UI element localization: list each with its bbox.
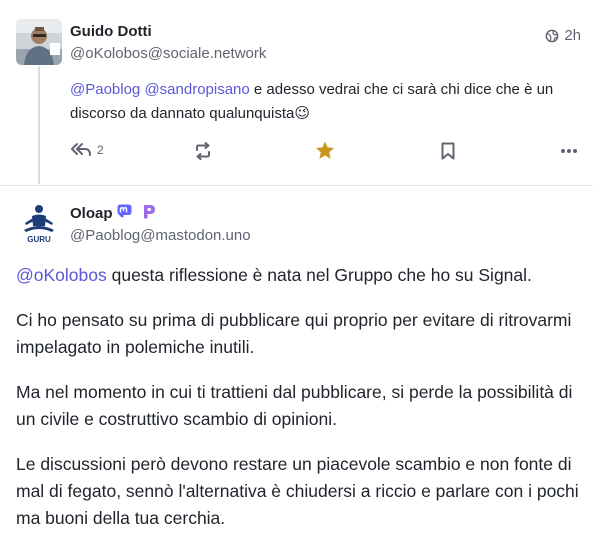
post1-timestamp[interactable]: 2h — [545, 27, 581, 44]
reply-all-button[interactable]: 2 — [70, 141, 104, 159]
pixelfed-badge — [141, 203, 157, 225]
post2-content: @oKolobos questa riflessione è nata nel … — [16, 262, 582, 550]
bookmark-button[interactable] — [440, 142, 456, 160]
post1-content: @Paoblog @sandropisano e adesso vedrai c… — [70, 78, 575, 126]
wink-emoji: 😉 — [294, 105, 310, 122]
favourite-button[interactable] — [315, 141, 335, 160]
post2-paragraph-3: Ma nel momento in cui ti trattieni dal p… — [16, 382, 573, 429]
mention-link[interactable]: @Paoblog — [70, 81, 140, 98]
star-icon — [316, 141, 334, 159]
post1-author-name[interactable]: Guido Dotti — [70, 23, 152, 40]
reply-count: 2 — [97, 143, 104, 157]
post2-paragraph-1-text: questa riflessione è nata nel Gruppo che… — [106, 265, 532, 285]
avatar-guido-dotti[interactable] — [16, 19, 62, 65]
post-divider — [0, 185, 593, 186]
mastodon-icon — [117, 204, 132, 218]
thread-line — [38, 66, 40, 184]
post2-paragraph-2: Ci ho pensato su prima di pubblicare qui… — [16, 310, 572, 357]
guru-logo: GURU — [16, 200, 62, 246]
reply-all-icon — [71, 143, 91, 156]
post1-text-body: e adesso vedrai che ci sarà chi dice che… — [70, 81, 554, 122]
mention-link[interactable]: @oKolobos — [16, 265, 107, 285]
post1-time-label: 2h — [564, 27, 581, 44]
post2-paragraph-4: Le discussioni però devono restare un pi… — [16, 454, 579, 528]
more-options-button[interactable] — [560, 148, 578, 154]
boost-button[interactable] — [194, 142, 212, 160]
post1-author-handle[interactable]: @oKolobos@sociale.network — [70, 45, 266, 62]
pixelfed-icon — [144, 205, 155, 219]
avatar-text: GURU — [27, 235, 51, 244]
avatar-photo — [16, 19, 62, 65]
boost-icon — [196, 142, 210, 160]
mastodon-badge — [116, 203, 133, 225]
bookmark-icon — [441, 142, 455, 160]
avatar-oloap[interactable]: GURU — [16, 200, 62, 246]
mention-link[interactable]: @sandropisano — [144, 81, 249, 98]
globe-icon — [545, 29, 559, 42]
post2-paragraph-1: @oKolobos questa riflessione è nata nel … — [16, 262, 582, 289]
post2-author-handle[interactable]: @Paoblog@mastodon.uno — [70, 227, 251, 244]
more-icon — [561, 149, 577, 153]
post2-author-name[interactable]: Oloap — [70, 205, 113, 222]
